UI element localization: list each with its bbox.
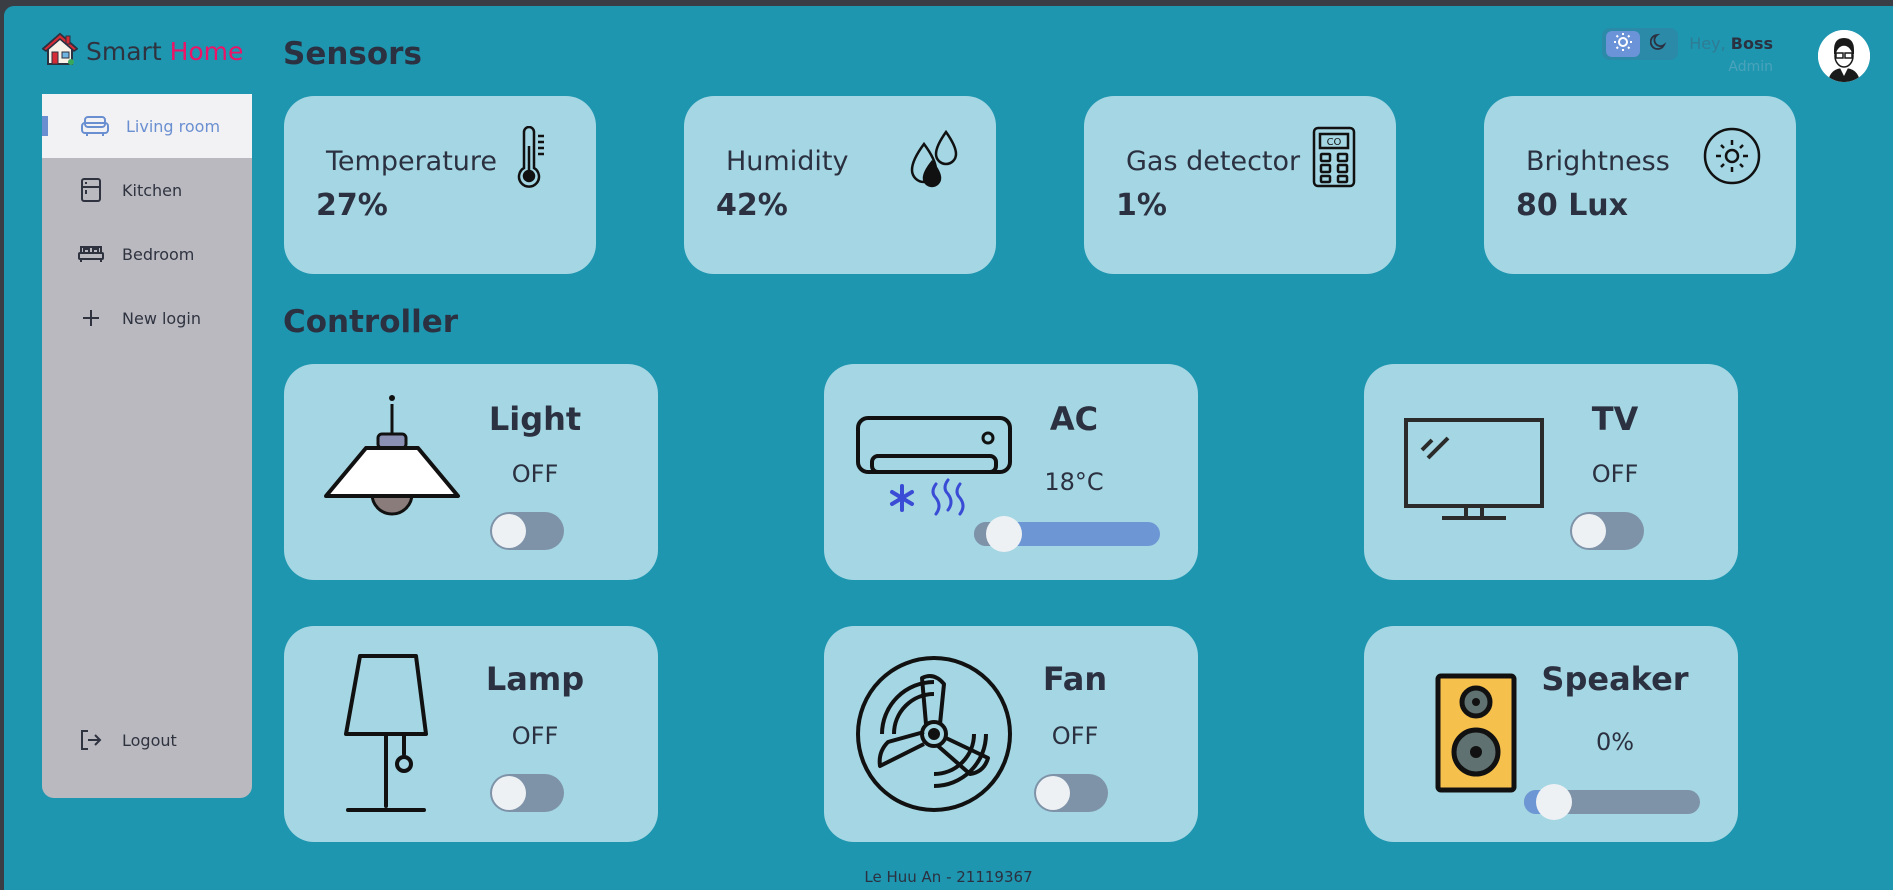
sidebar-item-label: Kitchen [122, 180, 183, 200]
slider-thumb[interactable] [986, 516, 1022, 552]
speaker-icon [1434, 672, 1518, 798]
sun-icon [1702, 126, 1762, 190]
sensor-card-humidity: Humidity 42% [684, 96, 996, 274]
controller-card-ac: AC 18°C [824, 364, 1198, 580]
brand-logo[interactable]: Smart Home [41, 32, 243, 70]
svg-text:CO: CO [1327, 137, 1342, 148]
sidebar-item-label: New login [122, 308, 201, 328]
toggle-knob [492, 514, 526, 548]
active-indicator [42, 116, 48, 136]
sensor-card-gas: Gas detector 1% CO [1084, 96, 1396, 274]
controller-name: AC [1049, 400, 1099, 438]
plus-icon [76, 306, 106, 330]
controller-name: Lamp [485, 660, 585, 698]
sun-icon [1613, 32, 1633, 56]
sensor-value: 80 Lux [1516, 188, 1629, 223]
controller-state: 18°C [1044, 468, 1104, 496]
controller-card-fan: Fan OFF [824, 626, 1198, 842]
sensor-card-brightness: Brightness 80 Lux [1484, 96, 1796, 274]
avatar[interactable] [1818, 30, 1870, 82]
fan-toggle[interactable] [1034, 774, 1108, 812]
moon-icon [1649, 33, 1668, 55]
controller-name: TV [1591, 400, 1639, 438]
controller-card-light: Light OFF [284, 364, 658, 580]
ceiling-lamp-icon [322, 392, 462, 536]
slider-thumb[interactable] [1536, 784, 1572, 820]
speaker-volume-slider[interactable] [1524, 784, 1700, 820]
user-greeting: Hey, Boss Admin [1689, 34, 1773, 75]
brand-name: Smart Home [86, 37, 243, 66]
sidebar-item-bedroom[interactable]: Bedroom [42, 222, 252, 286]
sensors-heading: Sensors [283, 36, 422, 72]
controller-card-speaker: Speaker 0% [1364, 626, 1738, 842]
light-mode-button[interactable] [1606, 31, 1640, 57]
fridge-icon [76, 178, 106, 202]
light-toggle[interactable] [490, 512, 564, 550]
toggle-knob [1036, 776, 1070, 810]
sensor-value: 1% [1116, 188, 1167, 223]
house-icon [41, 32, 79, 70]
bed-icon [76, 242, 106, 266]
logout-icon [76, 728, 106, 752]
controller-state: OFF [511, 460, 559, 488]
logout-label: Logout [122, 730, 177, 750]
brand-name-part2: Home [169, 36, 244, 66]
brand-name-part1: Smart [86, 36, 162, 66]
ac-temperature-slider[interactable] [974, 516, 1160, 552]
sensor-card-temperature: Temperature 27% [284, 96, 596, 274]
controller-name: Fan [1042, 660, 1108, 698]
sensor-value: 27% [316, 188, 388, 223]
controller-name: Light [488, 400, 582, 438]
controller-heading: Controller [283, 304, 459, 340]
user-name: Boss [1730, 34, 1773, 53]
toggle-knob [492, 776, 526, 810]
greeting-text: Hey, [1689, 34, 1726, 53]
sidebar: Living room Kitchen Bedroom New login Lo… [42, 94, 252, 798]
air-conditioner-icon [854, 414, 1014, 538]
sidebar-item-label: Living room [126, 116, 221, 136]
controller-state: 0% [1595, 728, 1635, 756]
sidebar-item-new-login[interactable]: New login [42, 286, 252, 350]
controller-card-lamp: Lamp OFF [284, 626, 658, 842]
sidebar-item-kitchen[interactable]: Kitchen [42, 158, 252, 222]
sensor-name: Temperature [326, 146, 498, 177]
footer-credit: Le Huu An - 21119367 [864, 868, 1033, 886]
controller-card-tv: TV OFF [1364, 364, 1738, 580]
table-lamp-icon [340, 652, 444, 820]
controller-name: Speaker [1541, 660, 1689, 698]
controller-state: OFF [511, 722, 559, 750]
tv-icon [1402, 416, 1546, 530]
controller-state: OFF [1051, 722, 1099, 750]
theme-switcher [1602, 28, 1678, 60]
toggle-knob [1572, 514, 1606, 548]
app-window: Smart Home Living room Kitchen Bedroom N… [4, 6, 1893, 890]
controller-state: OFF [1591, 460, 1639, 488]
sidebar-item-label: Bedroom [122, 244, 195, 264]
sensor-value: 42% [716, 188, 788, 223]
tv-toggle[interactable] [1570, 512, 1644, 550]
sensor-name: Brightness [1526, 146, 1670, 177]
sofa-icon [80, 114, 110, 138]
sensor-name: Humidity [726, 146, 849, 177]
fan-icon [854, 654, 1014, 818]
thermometer-icon [514, 125, 550, 194]
sidebar-item-living-room[interactable]: Living room [42, 94, 252, 158]
sensor-name: Gas detector [1126, 146, 1301, 177]
logout-button[interactable]: Logout [42, 708, 252, 772]
co-detector-icon: CO [1312, 126, 1356, 194]
user-role: Admin [1728, 59, 1773, 75]
dark-mode-button[interactable] [1644, 31, 1674, 57]
lamp-toggle[interactable] [490, 774, 564, 812]
water-drops-icon [902, 126, 968, 194]
